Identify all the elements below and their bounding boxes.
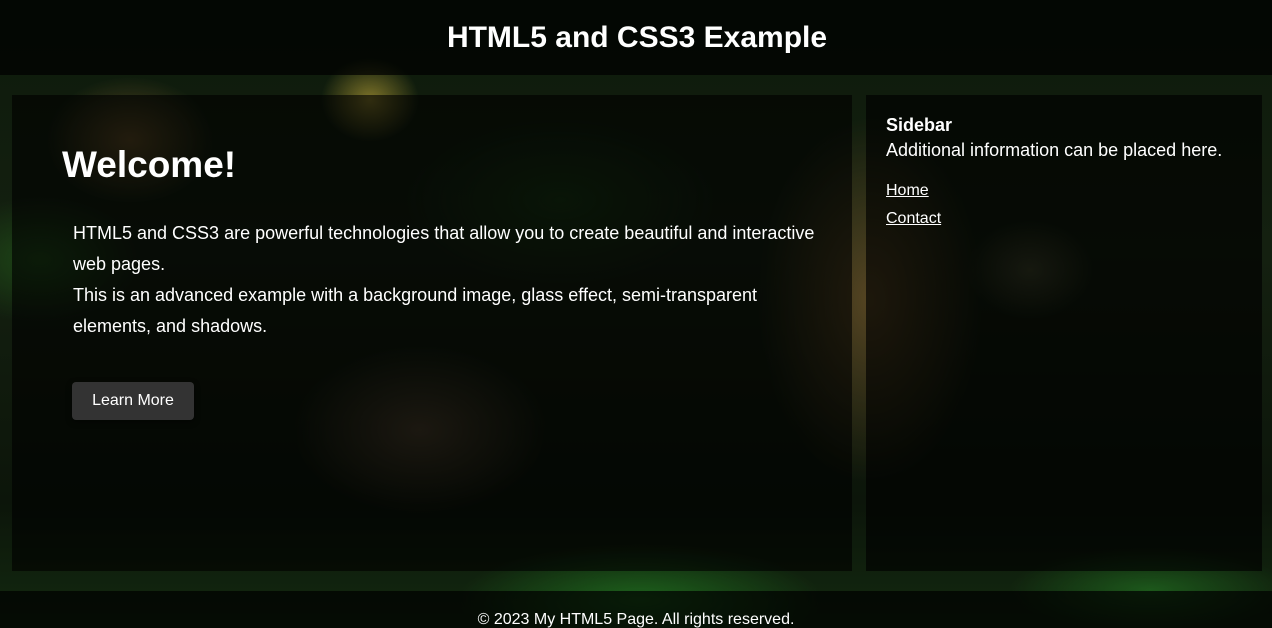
- sidebar-links: Home Contact: [886, 177, 941, 233]
- sidebar-link-item: Home: [886, 177, 941, 205]
- welcome-heading: Welcome!: [62, 144, 237, 185]
- sidebar-link-item: Contact: [886, 205, 941, 233]
- contact-link[interactable]: Contact: [886, 210, 941, 227]
- sidebar-info: Additional information can be placed her…: [886, 140, 1223, 160]
- intro-paragraph-1: HTML5 and CSS3 are powerful technologies…: [73, 223, 815, 274]
- main-content-panel: Welcome! HTML5 and CSS3 are powerful tec…: [12, 95, 852, 571]
- learn-more-button[interactable]: Learn More: [72, 382, 194, 420]
- sidebar-heading: Sidebar: [886, 115, 953, 135]
- home-link[interactable]: Home: [886, 182, 929, 199]
- copyright-text: © 2023 My HTML5 Page. All rights reserve…: [477, 611, 795, 628]
- page-footer: © 2023 My HTML5 Page. All rights reserve…: [0, 591, 1272, 628]
- page-title: HTML5 and CSS3 Example: [446, 20, 828, 54]
- page-header: HTML5 and CSS3 Example: [0, 0, 1272, 75]
- intro-paragraph-2: This is an advanced example with a backg…: [73, 285, 758, 336]
- intro-text: HTML5 and CSS3 are powerful technologies…: [73, 218, 833, 342]
- sidebar: Sidebar Additional information can be pl…: [866, 95, 1262, 571]
